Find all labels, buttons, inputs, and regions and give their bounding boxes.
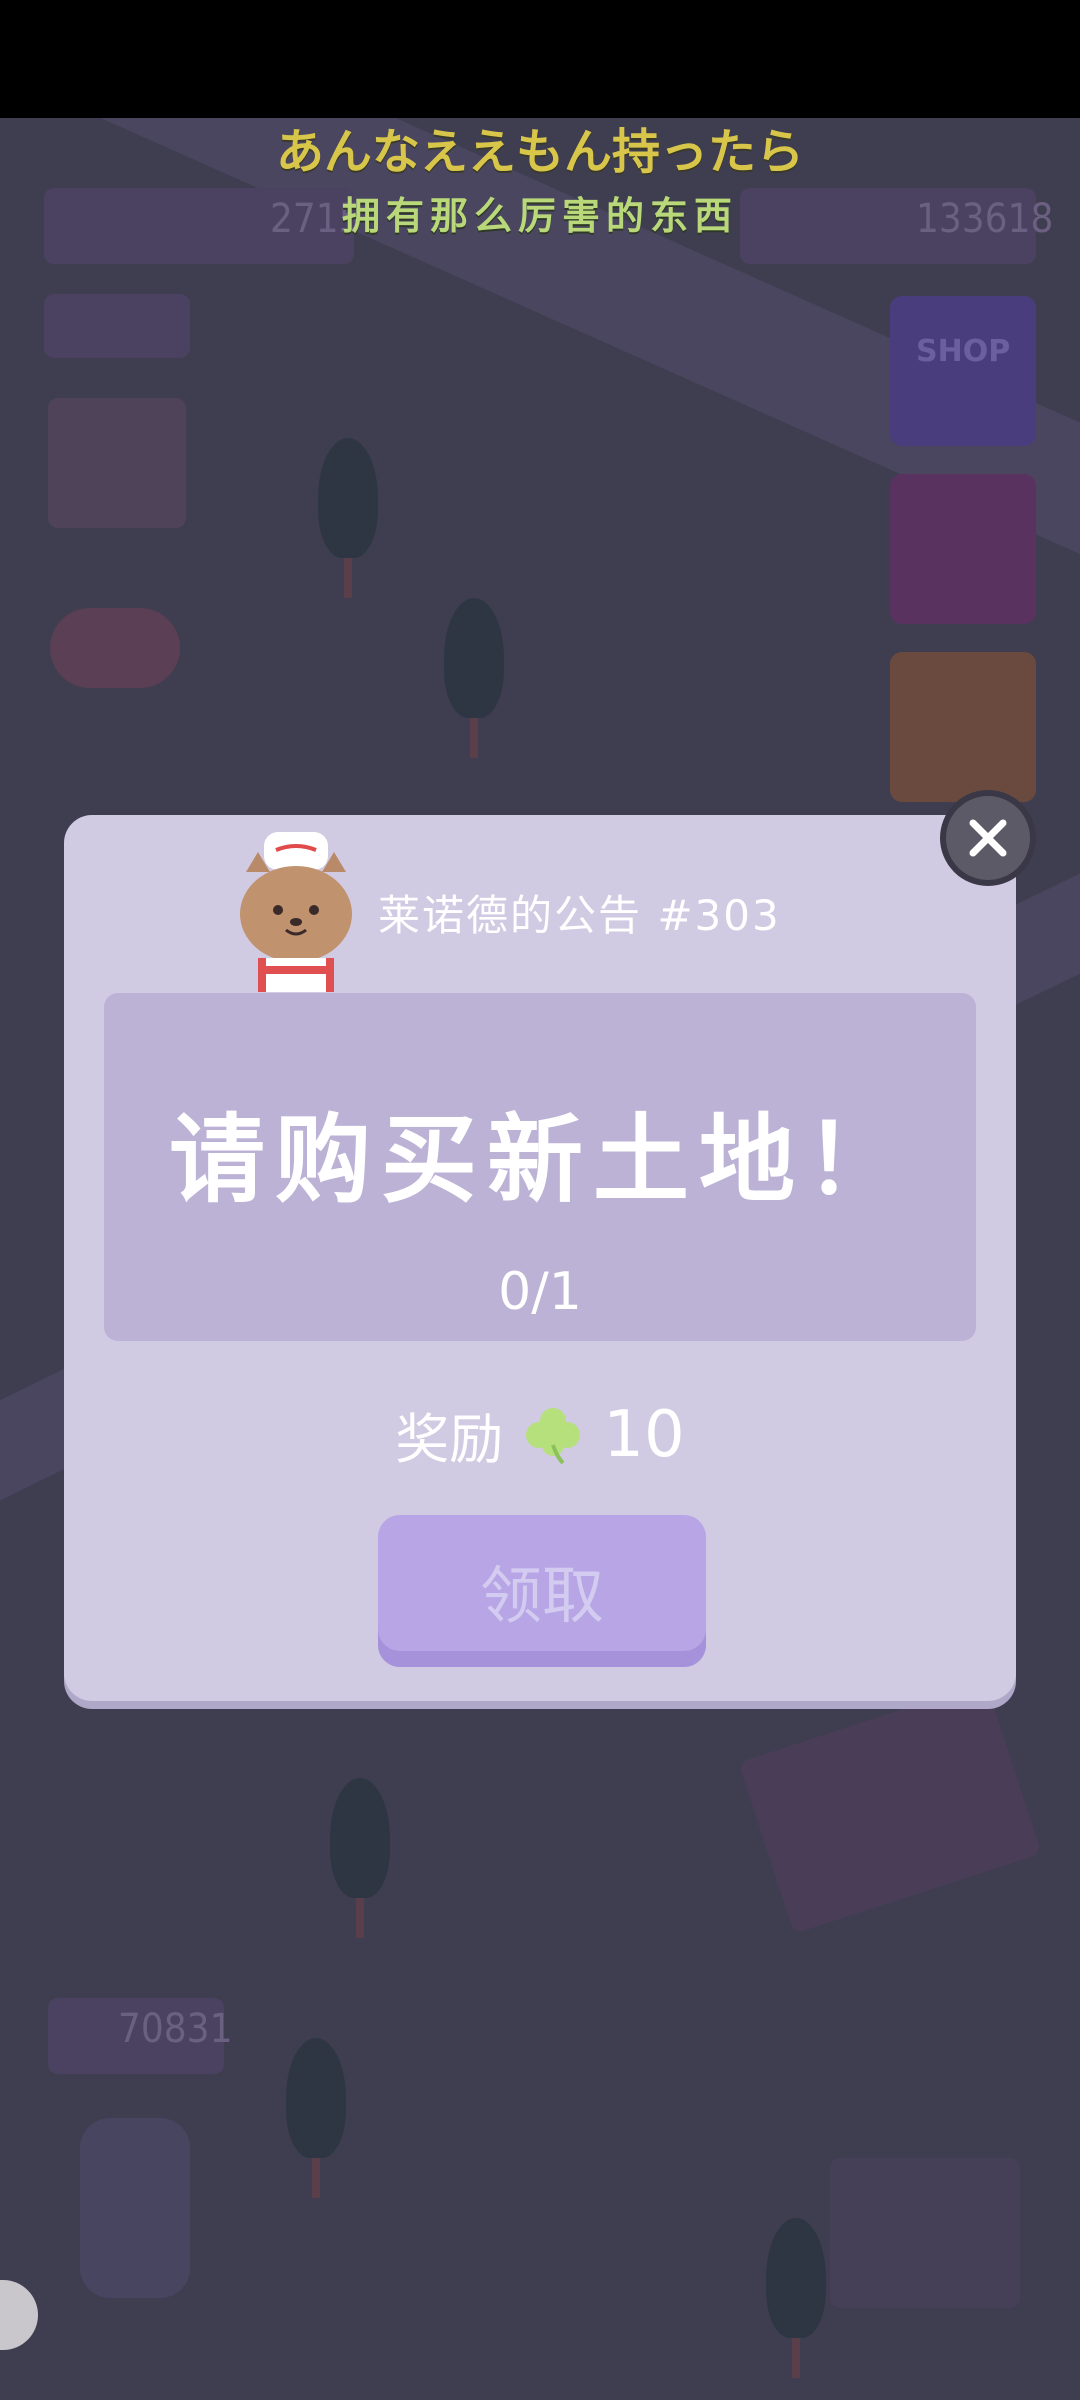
clover-icon [526,1407,581,1464]
subtitle-japanese: あんなええもん持ったら [275,124,804,180]
shirt-button[interactable] [890,652,1036,802]
reward-label: 奖励 [395,1408,504,1471]
shop-label: SHOP [916,334,1011,369]
dialog-title: 莱诺德的公告 #303 [378,891,781,940]
tree [318,438,378,598]
tree [766,2218,826,2378]
bottom-counter-value: 70831 [118,2006,233,2052]
jar-icon[interactable] [80,2118,190,2298]
shop-button[interactable]: SHOP [890,296,1036,446]
subtitle-chinese: 拥有那么厉害的东西 [341,193,738,238]
calendar-icon[interactable] [48,398,186,528]
tree [330,1778,390,1938]
cat-chef-icon [240,832,352,992]
task-text: 请购买新土地！ [169,1104,911,1216]
status-bar [0,0,1080,118]
tree [286,2038,346,2198]
reward-amount: 10 [603,1397,685,1472]
tree [444,598,504,758]
task-progress: 0/1 [498,1262,582,1322]
gamepad-icon[interactable] [50,608,180,688]
dropdown-button[interactable] [44,294,190,358]
treasure-chest-button[interactable] [890,474,1036,624]
map-icon[interactable] [830,2158,1020,2308]
reward-row: 奖励 10 [0,1395,1080,1474]
close-button[interactable] [940,790,1036,886]
coupon-icon[interactable] [738,1682,1042,1934]
close-icon [969,819,1007,857]
claim-button[interactable]: 领取 [378,1515,706,1667]
